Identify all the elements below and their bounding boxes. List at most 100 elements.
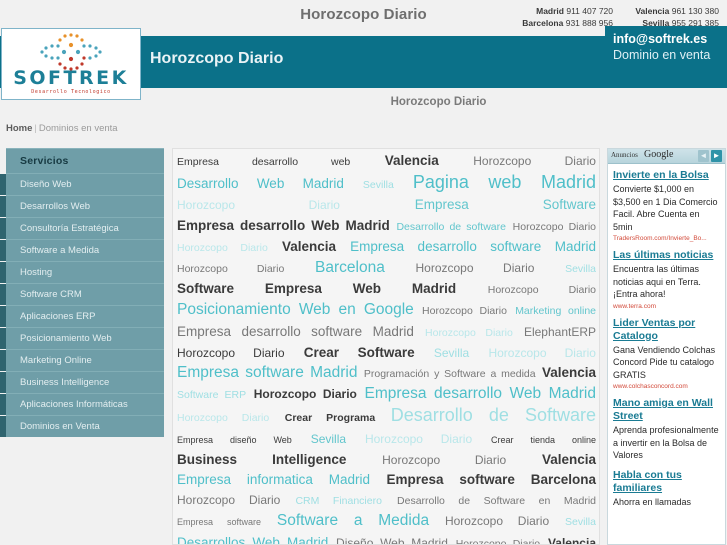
sidebar-item-3[interactable]: Software a Medida xyxy=(0,239,164,261)
tag-48[interactable]: Horozcopo Diario xyxy=(177,493,280,507)
sidebar-item-11[interactable]: Dominios en Venta xyxy=(0,415,164,437)
sidebar-item-1[interactable]: Desarrollos Web xyxy=(0,195,164,217)
breadcrumb-separator: | xyxy=(34,123,37,134)
tag-51[interactable]: Empresa software xyxy=(177,517,261,527)
tag-4[interactable]: Sevilla xyxy=(363,179,394,191)
tag-33[interactable]: Software ERP xyxy=(177,389,246,401)
ad-item-0[interactable]: Invierte en la Bolsa Convierte $1,000 en … xyxy=(608,164,725,244)
phone-valencia: Valencia 961 130 380 xyxy=(627,5,719,17)
tag-14[interactable]: Horozcopo Diario xyxy=(177,263,284,275)
tag-10[interactable]: Horozcopo Diario xyxy=(513,221,596,233)
sidebar-item-0[interactable]: Diseño Web xyxy=(0,173,164,195)
ad-title[interactable]: Lider Ventas por Catalogo xyxy=(613,317,721,343)
tag-43[interactable]: Business Intelligence xyxy=(177,452,346,467)
tag-54[interactable]: Sevilla xyxy=(565,516,596,528)
tag-49[interactable]: CRM Financiero xyxy=(295,495,382,507)
ad-item-1[interactable]: Las últimas noticias Encuentra las última… xyxy=(608,244,725,312)
ads-next-arrow-icon[interactable]: ► xyxy=(711,150,722,162)
sidebar-item-8[interactable]: Marketing Online xyxy=(0,349,164,371)
tag-32[interactable]: Valencia xyxy=(542,365,596,380)
ad-body: Gana Vendiendo Colchas Concord Pide tu c… xyxy=(613,344,716,380)
tag-5[interactable]: Pagina web Madrid xyxy=(413,172,596,192)
sidebar-item-6[interactable]: Aplicaciones ERP xyxy=(0,305,164,327)
tag-39[interactable]: Empresa diseño Web xyxy=(177,435,292,445)
tag-21[interactable]: Horozcopo Diario xyxy=(422,305,507,317)
tag-28[interactable]: Sevilla xyxy=(434,346,469,360)
tag-27[interactable]: Crear Software xyxy=(304,345,415,360)
tag-11[interactable]: Horozcopo Diario xyxy=(177,242,268,254)
tag-45[interactable]: Valencia xyxy=(542,452,596,467)
tag-29[interactable]: Horozcopo Diario xyxy=(488,346,596,360)
tag-37[interactable]: Crear Programa xyxy=(285,412,375,424)
tag-52[interactable]: Software a Medida xyxy=(277,512,429,529)
tag-2[interactable]: Horozcopo Diario xyxy=(473,154,596,168)
tag-23[interactable]: Empresa desarrollo software Madrid xyxy=(177,324,414,339)
tag-19[interactable]: Horozcopo Diario xyxy=(488,284,596,296)
tag-40[interactable]: Sevilla xyxy=(311,432,346,446)
ad-body: Aprenda profesionalmente a invertir en l… xyxy=(613,425,719,460)
sidebar-item-label: Desarrollos Web xyxy=(20,201,91,212)
sidebar-item-7[interactable]: Posicionamiento Web xyxy=(0,327,164,349)
ad-url[interactable]: www.terra.com xyxy=(613,303,721,310)
tag-18[interactable]: Software Empresa Web Madrid xyxy=(177,281,456,296)
ad-item-4[interactable]: Habla con tus familiares Ahorra en llamad… xyxy=(608,464,725,511)
tag-58[interactable]: Valencia xyxy=(548,536,596,544)
ad-item-2[interactable]: Lider Ventas por Catalogo Gana Vendiendo … xyxy=(608,312,725,393)
ads-prev-arrow-icon[interactable]: ◄ xyxy=(698,150,709,162)
sidebar-item-9[interactable]: Business Intelligence xyxy=(0,371,164,393)
tag-44[interactable]: Horozcopo Diario xyxy=(382,453,506,467)
phone-row-1: Madrid 911 407 720 Valencia 961 130 380 xyxy=(521,5,719,17)
tag-57[interactable]: Horozcopo Diario xyxy=(456,538,540,544)
contact-email[interactable]: info@softrek.es xyxy=(613,31,721,47)
ad-url[interactable]: TradersRoom.com/Invierte_Bo... xyxy=(613,235,721,242)
tag-30[interactable]: Empresa software Madrid xyxy=(177,364,357,381)
tag-50[interactable]: Desarrollo de Software en Madrid xyxy=(397,495,596,507)
tag-38[interactable]: Desarrollo de Software xyxy=(391,405,596,425)
tag-31[interactable]: Programación y Software a medida xyxy=(364,368,536,380)
ad-title[interactable]: Mano amiga en Wall Street xyxy=(613,397,721,423)
tag-22[interactable]: Marketing online xyxy=(515,305,596,317)
tag-13[interactable]: Empresa desarrollo software Madrid xyxy=(350,239,596,254)
tag-34[interactable]: Horozcopo Diario xyxy=(254,387,357,401)
ad-title[interactable]: Invierte en la Bolsa xyxy=(613,169,721,182)
ad-url[interactable]: www.colchasconcord.com xyxy=(613,383,721,390)
tag-9[interactable]: Desarrollo de software xyxy=(396,221,506,233)
tag-8[interactable]: Empresa desarrollo Web Madrid xyxy=(177,218,390,233)
tag-24[interactable]: Horozcopo Diario xyxy=(425,327,513,339)
tag-17[interactable]: Sevilla xyxy=(565,263,596,275)
phone-madrid: Madrid 911 407 720 xyxy=(521,5,613,17)
tag-42[interactable]: Crear tienda online xyxy=(491,435,596,445)
tag-25[interactable]: ElephantERP xyxy=(524,325,596,339)
content-columns: Servicios Diseño Web Desarrollos Web Consu… xyxy=(0,148,727,545)
tag-16[interactable]: Horozcopo Diario xyxy=(415,261,534,275)
tag-12[interactable]: Valencia xyxy=(282,239,336,254)
tag-55[interactable]: Desarrollos Web Madrid xyxy=(177,535,328,544)
site-logo[interactable]: SOFTREK Desarrollo Tecnologico xyxy=(1,28,141,100)
breadcrumb-home-link[interactable]: Home xyxy=(6,123,32,134)
sidebar-item-4[interactable]: Hosting xyxy=(0,261,164,283)
tag-26[interactable]: Horozcopo Diario xyxy=(177,346,285,360)
tag-47[interactable]: Empresa software Barcelona xyxy=(387,472,597,487)
contact-box[interactable]: info@softrek.es Dominio en venta xyxy=(605,26,727,88)
tag-15[interactable]: Barcelona xyxy=(315,259,385,276)
sidebar-item-label: Dominios en Venta xyxy=(20,421,100,432)
ad-item-3[interactable]: Mano amiga en Wall Street Aprenda profesi… xyxy=(608,392,725,464)
tag-1[interactable]: Valencia xyxy=(385,153,439,168)
tag-41[interactable]: Horozcopo Diario xyxy=(365,432,472,446)
banner-title: Horozcopo Diario xyxy=(150,50,284,67)
ad-title[interactable]: Habla con tus familiares xyxy=(613,469,721,495)
tag-7[interactable]: Empresa Software xyxy=(415,197,596,212)
tag-56[interactable]: Diseño Web Madrid xyxy=(336,536,448,544)
tag-20[interactable]: Posicionamiento Web en Google xyxy=(177,301,414,318)
tag-3[interactable]: Desarrollo Web Madrid xyxy=(177,176,344,191)
sidebar-item-10[interactable]: Aplicaciones Informáticas xyxy=(0,393,164,415)
sidebar-item-5[interactable]: Software CRM xyxy=(0,283,164,305)
ad-title[interactable]: Las últimas noticias xyxy=(613,249,721,262)
tag-35[interactable]: Empresa desarrollo Web Madrid xyxy=(365,385,596,402)
tag-46[interactable]: Empresa informatica Madrid xyxy=(177,472,370,487)
tag-6[interactable]: Horozcopo Diario xyxy=(177,198,340,212)
tag-0[interactable]: Empresa desarrollo web xyxy=(177,156,350,168)
tag-53[interactable]: Horozcopo Diario xyxy=(445,514,549,528)
tag-36[interactable]: Horozcopo Diario xyxy=(177,412,269,424)
sidebar-item-2[interactable]: Consultoría Estratégica xyxy=(0,217,164,239)
